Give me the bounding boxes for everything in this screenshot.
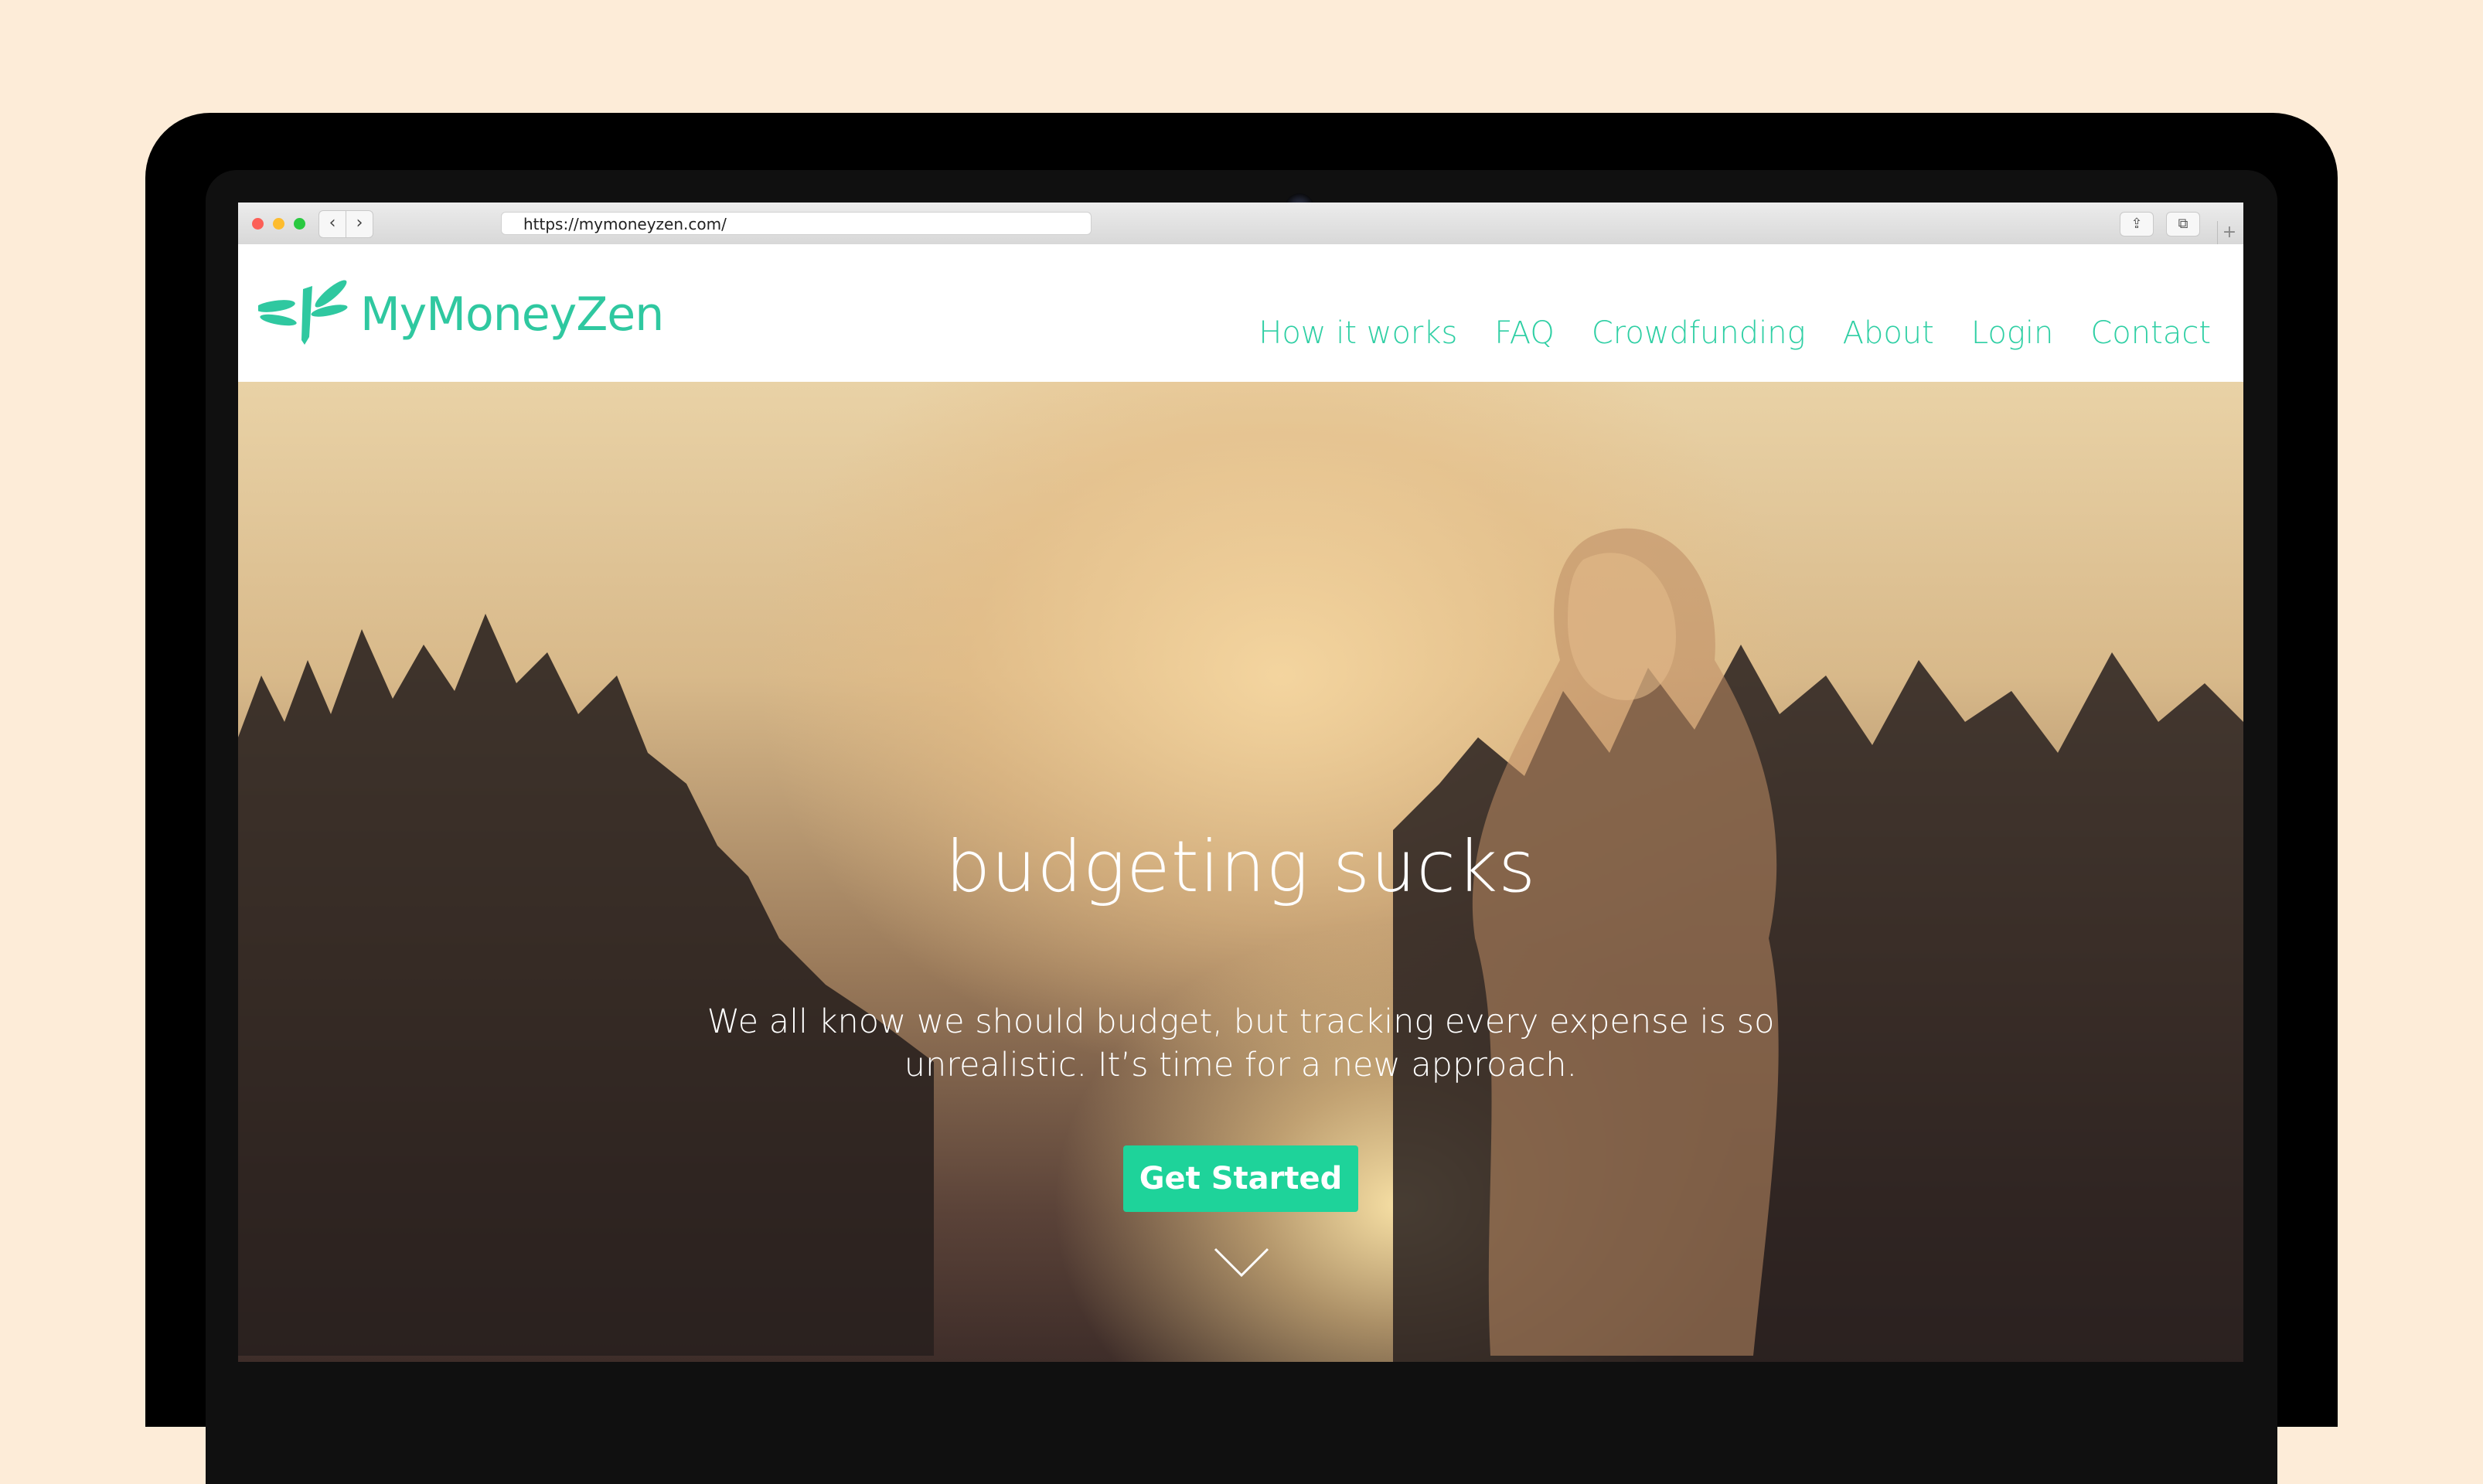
forward-button[interactable]: › (346, 210, 373, 238)
share-icon[interactable]: ⇪ (2120, 212, 2154, 237)
tree-silhouette-left (238, 614, 934, 1356)
brand-name: MyMoneyZen (360, 288, 664, 342)
new-tab-button[interactable]: + (2217, 221, 2241, 244)
hero-title: budgeting sucks (945, 825, 1537, 908)
dragonfly-icon (258, 280, 348, 345)
nav-crowdfunding[interactable]: Crowdfunding (1592, 315, 1806, 351)
hero-subtitle: We all know we should budget, but tracki… (707, 1002, 1775, 1084)
browser-window: ‹ › https://mymoneyzen.com/ ⇪ ⧉ + MyMone… (238, 203, 2243, 1362)
nav-contact[interactable]: Contact (2090, 315, 2211, 351)
woman-figure-image (1472, 528, 1779, 1356)
nav-how-it-works[interactable]: How it works (1259, 315, 1457, 351)
nav-login[interactable]: Login (1971, 315, 2054, 351)
nav-faq[interactable]: FAQ (1494, 315, 1554, 351)
minimize-window-button[interactable] (273, 218, 284, 230)
nav-about[interactable]: About (1843, 315, 1934, 351)
back-button[interactable]: ‹ (318, 210, 346, 238)
main-nav: How it works FAQ Crowdfunding About Logi… (1221, 315, 2211, 351)
browser-toolbar: ‹ › https://mymoneyzen.com/ ⇪ ⧉ + (238, 203, 2243, 245)
address-bar[interactable]: https://mymoneyzen.com/ (501, 212, 1092, 235)
get-started-button[interactable]: Get Started (1123, 1145, 1358, 1212)
tabs-icon[interactable]: ⧉ (2166, 212, 2200, 237)
zoom-window-button[interactable] (294, 218, 305, 230)
chevron-down-icon[interactable] (1214, 1247, 1269, 1278)
close-window-button[interactable] (252, 218, 264, 230)
site-header: MyMoneyZen How it works FAQ Crowdfunding… (238, 244, 2243, 382)
site-logo[interactable]: MyMoneyZen (258, 280, 664, 349)
hero-section: budgeting sucks We all know we should bu… (238, 382, 2243, 1362)
